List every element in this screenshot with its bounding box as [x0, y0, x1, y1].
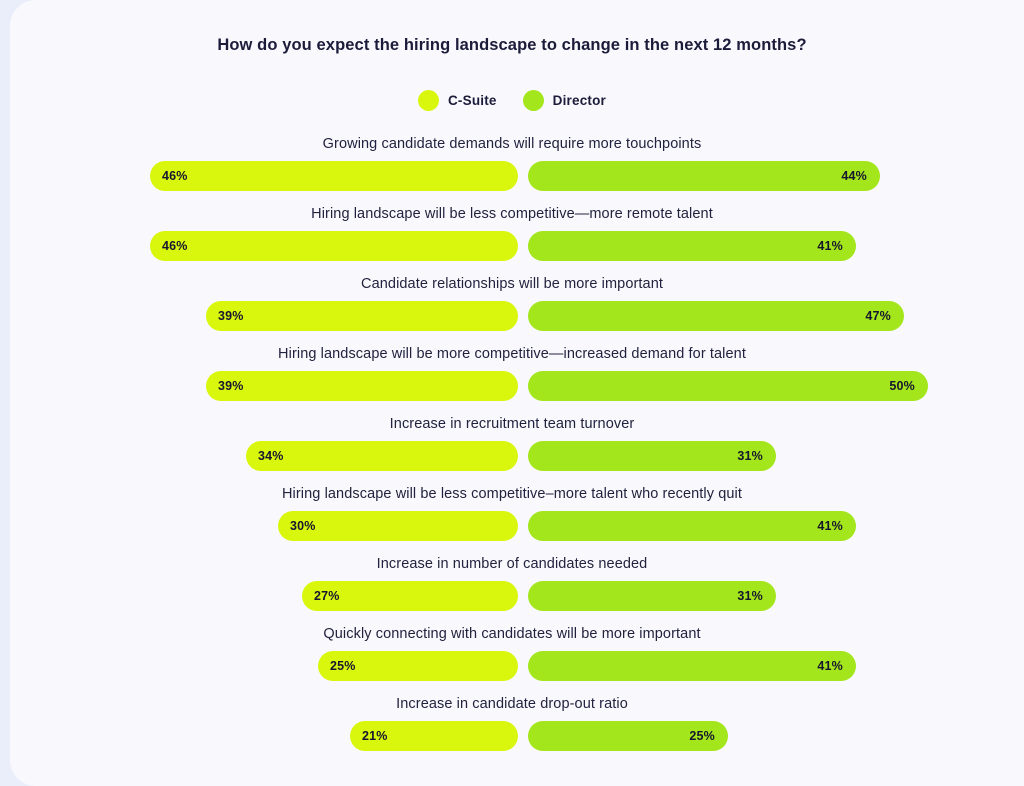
- bar-value: 30%: [290, 519, 316, 533]
- row-bars: 46% 44%: [10, 161, 1014, 191]
- bar-c-suite: 46%: [150, 231, 518, 261]
- bar-value: 46%: [162, 169, 188, 183]
- chart-row: Increase in recruitment team turnover 34%…: [10, 408, 1014, 478]
- legend-swatch-icon: [522, 90, 544, 111]
- bar-value: 27%: [314, 589, 340, 603]
- chart-legend: C-Suite Director: [10, 90, 1014, 111]
- bar-value: 41%: [817, 239, 843, 253]
- chart-row: Increase in candidate drop-out ratio 21% 2…: [10, 688, 1014, 758]
- bar-director: 25%: [528, 721, 728, 751]
- bar-director: 31%: [528, 581, 776, 611]
- chart-row: Hiring landscape will be less competitiv…: [10, 478, 1014, 548]
- chart-row: Growing candidate demands will require m…: [10, 128, 1014, 198]
- row-label: Quickly connecting with candidates will …: [323, 626, 701, 642]
- chart-row: Hiring landscape will be less competitiv…: [10, 198, 1014, 268]
- bar-c-suite: 21%: [350, 721, 518, 751]
- legend-swatch-icon: [417, 90, 439, 111]
- row-bars: 27% 31%: [10, 581, 1014, 611]
- chart-row: Quickly connecting with candidates will …: [10, 618, 1014, 688]
- bar-value: 41%: [817, 519, 843, 533]
- bar-c-suite: 27%: [302, 581, 518, 611]
- chart-row: Increase in number of candidates needed 2…: [10, 548, 1014, 618]
- bar-director: 41%: [528, 231, 856, 261]
- row-label: Increase in number of candidates needed: [376, 556, 648, 572]
- bar-director: 31%: [528, 441, 776, 471]
- bar-director: 47%: [528, 301, 904, 331]
- row-label: Increase in candidate drop-out ratio: [396, 696, 628, 712]
- bar-value: 39%: [218, 379, 244, 393]
- bar-value: 50%: [889, 379, 915, 393]
- row-bars: 39% 47%: [10, 301, 1014, 331]
- bar-value: 46%: [162, 239, 188, 253]
- bar-director: 41%: [528, 651, 856, 681]
- bar-value: 34%: [258, 449, 284, 463]
- chart-card: How do you expect the hiring landscape t…: [10, 0, 1024, 786]
- bar-value: 47%: [865, 309, 891, 323]
- chart-row: Candidate relationships will be more imp…: [10, 268, 1014, 338]
- row-label: Hiring landscape will be less competitiv…: [281, 486, 743, 502]
- bar-value: 21%: [362, 729, 388, 743]
- legend-item-c-suite: C-Suite: [417, 90, 497, 111]
- bar-value: 31%: [737, 589, 763, 603]
- row-label: Increase in recruitment team turnover: [389, 416, 635, 432]
- bar-director: 41%: [528, 511, 856, 541]
- legend-label: Director: [552, 93, 607, 108]
- row-label: Hiring landscape will be less competitiv…: [311, 206, 713, 222]
- row-bars: 30% 41%: [10, 511, 1014, 541]
- bar-c-suite: 25%: [318, 651, 518, 681]
- row-bars: 25% 41%: [10, 651, 1014, 681]
- row-bars: 21% 25%: [10, 721, 1014, 751]
- legend-item-director: Director: [522, 90, 607, 111]
- row-bars: 34% 31%: [10, 441, 1014, 471]
- chart-row: Hiring landscape will be more competitiv…: [10, 338, 1014, 408]
- bar-c-suite: 34%: [246, 441, 518, 471]
- bar-director: 44%: [528, 161, 880, 191]
- bar-value: 25%: [330, 659, 356, 673]
- bar-value: 41%: [817, 659, 843, 673]
- row-bars: 46% 41%: [10, 231, 1014, 261]
- bar-c-suite: 46%: [150, 161, 518, 191]
- row-bars: 39% 50%: [10, 371, 1014, 401]
- bar-value: 25%: [689, 729, 715, 743]
- bar-director: 50%: [528, 371, 928, 401]
- legend-label: C-Suite: [447, 93, 497, 108]
- bar-value: 39%: [218, 309, 244, 323]
- bar-c-suite: 39%: [206, 371, 518, 401]
- row-label: Hiring landscape will be more competitiv…: [278, 346, 746, 362]
- bar-c-suite: 39%: [206, 301, 518, 331]
- page-title: How do you expect the hiring landscape t…: [217, 36, 807, 54]
- row-label: Growing candidate demands will require m…: [322, 136, 702, 152]
- bar-value: 31%: [737, 449, 763, 463]
- chart-rows: Growing candidate demands will require m…: [10, 128, 1014, 758]
- bar-c-suite: 30%: [278, 511, 518, 541]
- bar-value: 44%: [841, 169, 867, 183]
- row-label: Candidate relationships will be more imp…: [361, 276, 663, 292]
